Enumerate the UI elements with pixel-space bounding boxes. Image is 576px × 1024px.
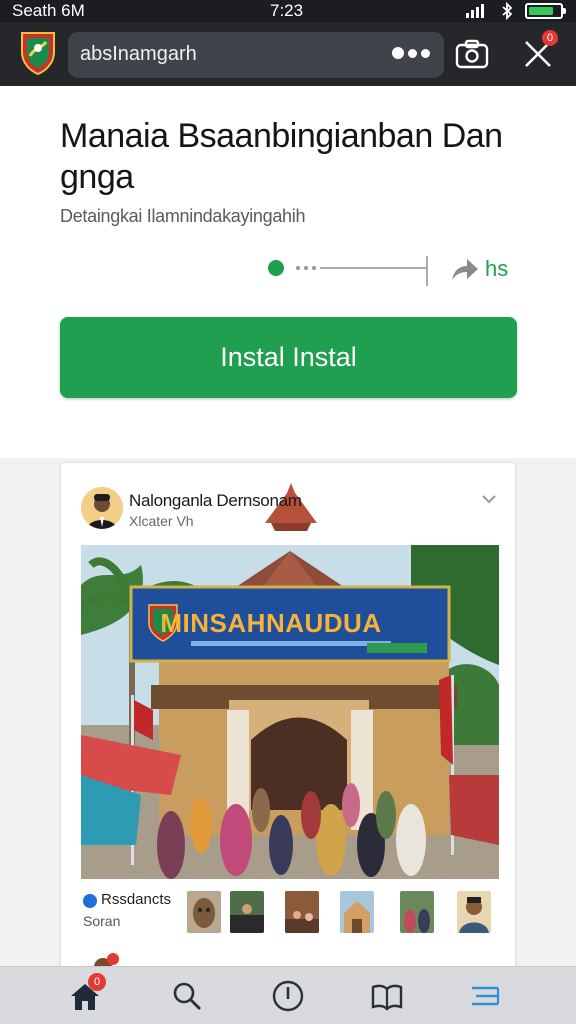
thumbnail-house[interactable] <box>340 891 374 933</box>
status-time: 7:23 <box>270 1 304 20</box>
thumbnail-portrait[interactable] <box>457 891 491 933</box>
thumbnail-room[interactable] <box>285 891 319 933</box>
photo-banner-text: MINSAHNAUDUA <box>160 608 382 638</box>
url-bar[interactable]: absInamgarh <box>68 32 444 78</box>
more-dots-icon[interactable] <box>392 45 432 65</box>
camera-icon[interactable] <box>455 39 489 69</box>
book-icon[interactable] <box>370 979 404 1013</box>
signal-icon <box>466 4 486 18</box>
mosque-photo-illustration <box>81 545 499 879</box>
menu-icon[interactable] <box>468 979 502 1013</box>
app-subtitle: Detaingkai Ilamnindakayingahih <box>60 206 306 226</box>
thumbnail-mask[interactable] <box>187 891 221 933</box>
reactions[interactable]: Rssdancts Soran <box>83 891 193 931</box>
thumbnail-crowd[interactable] <box>400 891 434 933</box>
nav-bookmarks[interactable] <box>370 979 404 1013</box>
avatar[interactable] <box>81 487 123 529</box>
url-text[interactable]: absInamgarh <box>80 43 197 66</box>
nav-compass[interactable] <box>271 979 305 1013</box>
verified-icon <box>83 894 97 908</box>
post-author[interactable]: Nalonganla Dernsonam <box>129 491 302 511</box>
install-button[interactable]: Instal Instal <box>60 317 517 398</box>
nav-menu[interactable] <box>468 979 502 1013</box>
app-title: Manaia Bsaanbingianban Dan gnga <box>60 117 503 196</box>
reactions-sub: Soran <box>83 913 121 929</box>
app-info-section: Manaia Bsaanbingianban Dan gnga Detaingk… <box>0 86 576 458</box>
close-badge: 0 <box>542 30 558 46</box>
reactions-label[interactable]: Rssdancts <box>101 891 171 908</box>
thumbnail-group[interactable] <box>230 891 264 933</box>
battery-icon <box>525 3 566 19</box>
close-button[interactable]: 0 <box>520 30 558 72</box>
post-photo[interactable]: MINSAHNAUDUA <box>81 545 499 879</box>
carrier-label: Seath 6M <box>12 1 85 20</box>
browser-toolbar: absInamgarh 0 <box>0 22 576 86</box>
share-icon[interactable] <box>450 256 480 282</box>
home-badge: 0 <box>88 973 106 991</box>
bluetooth-icon <box>502 2 513 20</box>
share-label[interactable]: hs <box>485 256 508 282</box>
chevron-down-icon[interactable] <box>481 493 497 505</box>
post-card: Nalonganla Dernsonam Xlcater Vh MINSAHNA… <box>60 462 516 982</box>
nav-search[interactable] <box>170 979 204 1013</box>
bottom-navigation: 0 <box>0 966 576 1024</box>
post-meta: Xlcater Vh <box>129 513 194 529</box>
nav-home[interactable]: 0 <box>68 973 106 1013</box>
page-progress-slider[interactable] <box>268 256 438 288</box>
status-bar: Seath 6M 7:23 <box>0 0 576 22</box>
compass-icon[interactable] <box>271 979 305 1013</box>
progress-dot[interactable] <box>268 260 284 276</box>
shield-logo-icon[interactable] <box>18 30 58 76</box>
search-icon[interactable] <box>170 979 204 1013</box>
